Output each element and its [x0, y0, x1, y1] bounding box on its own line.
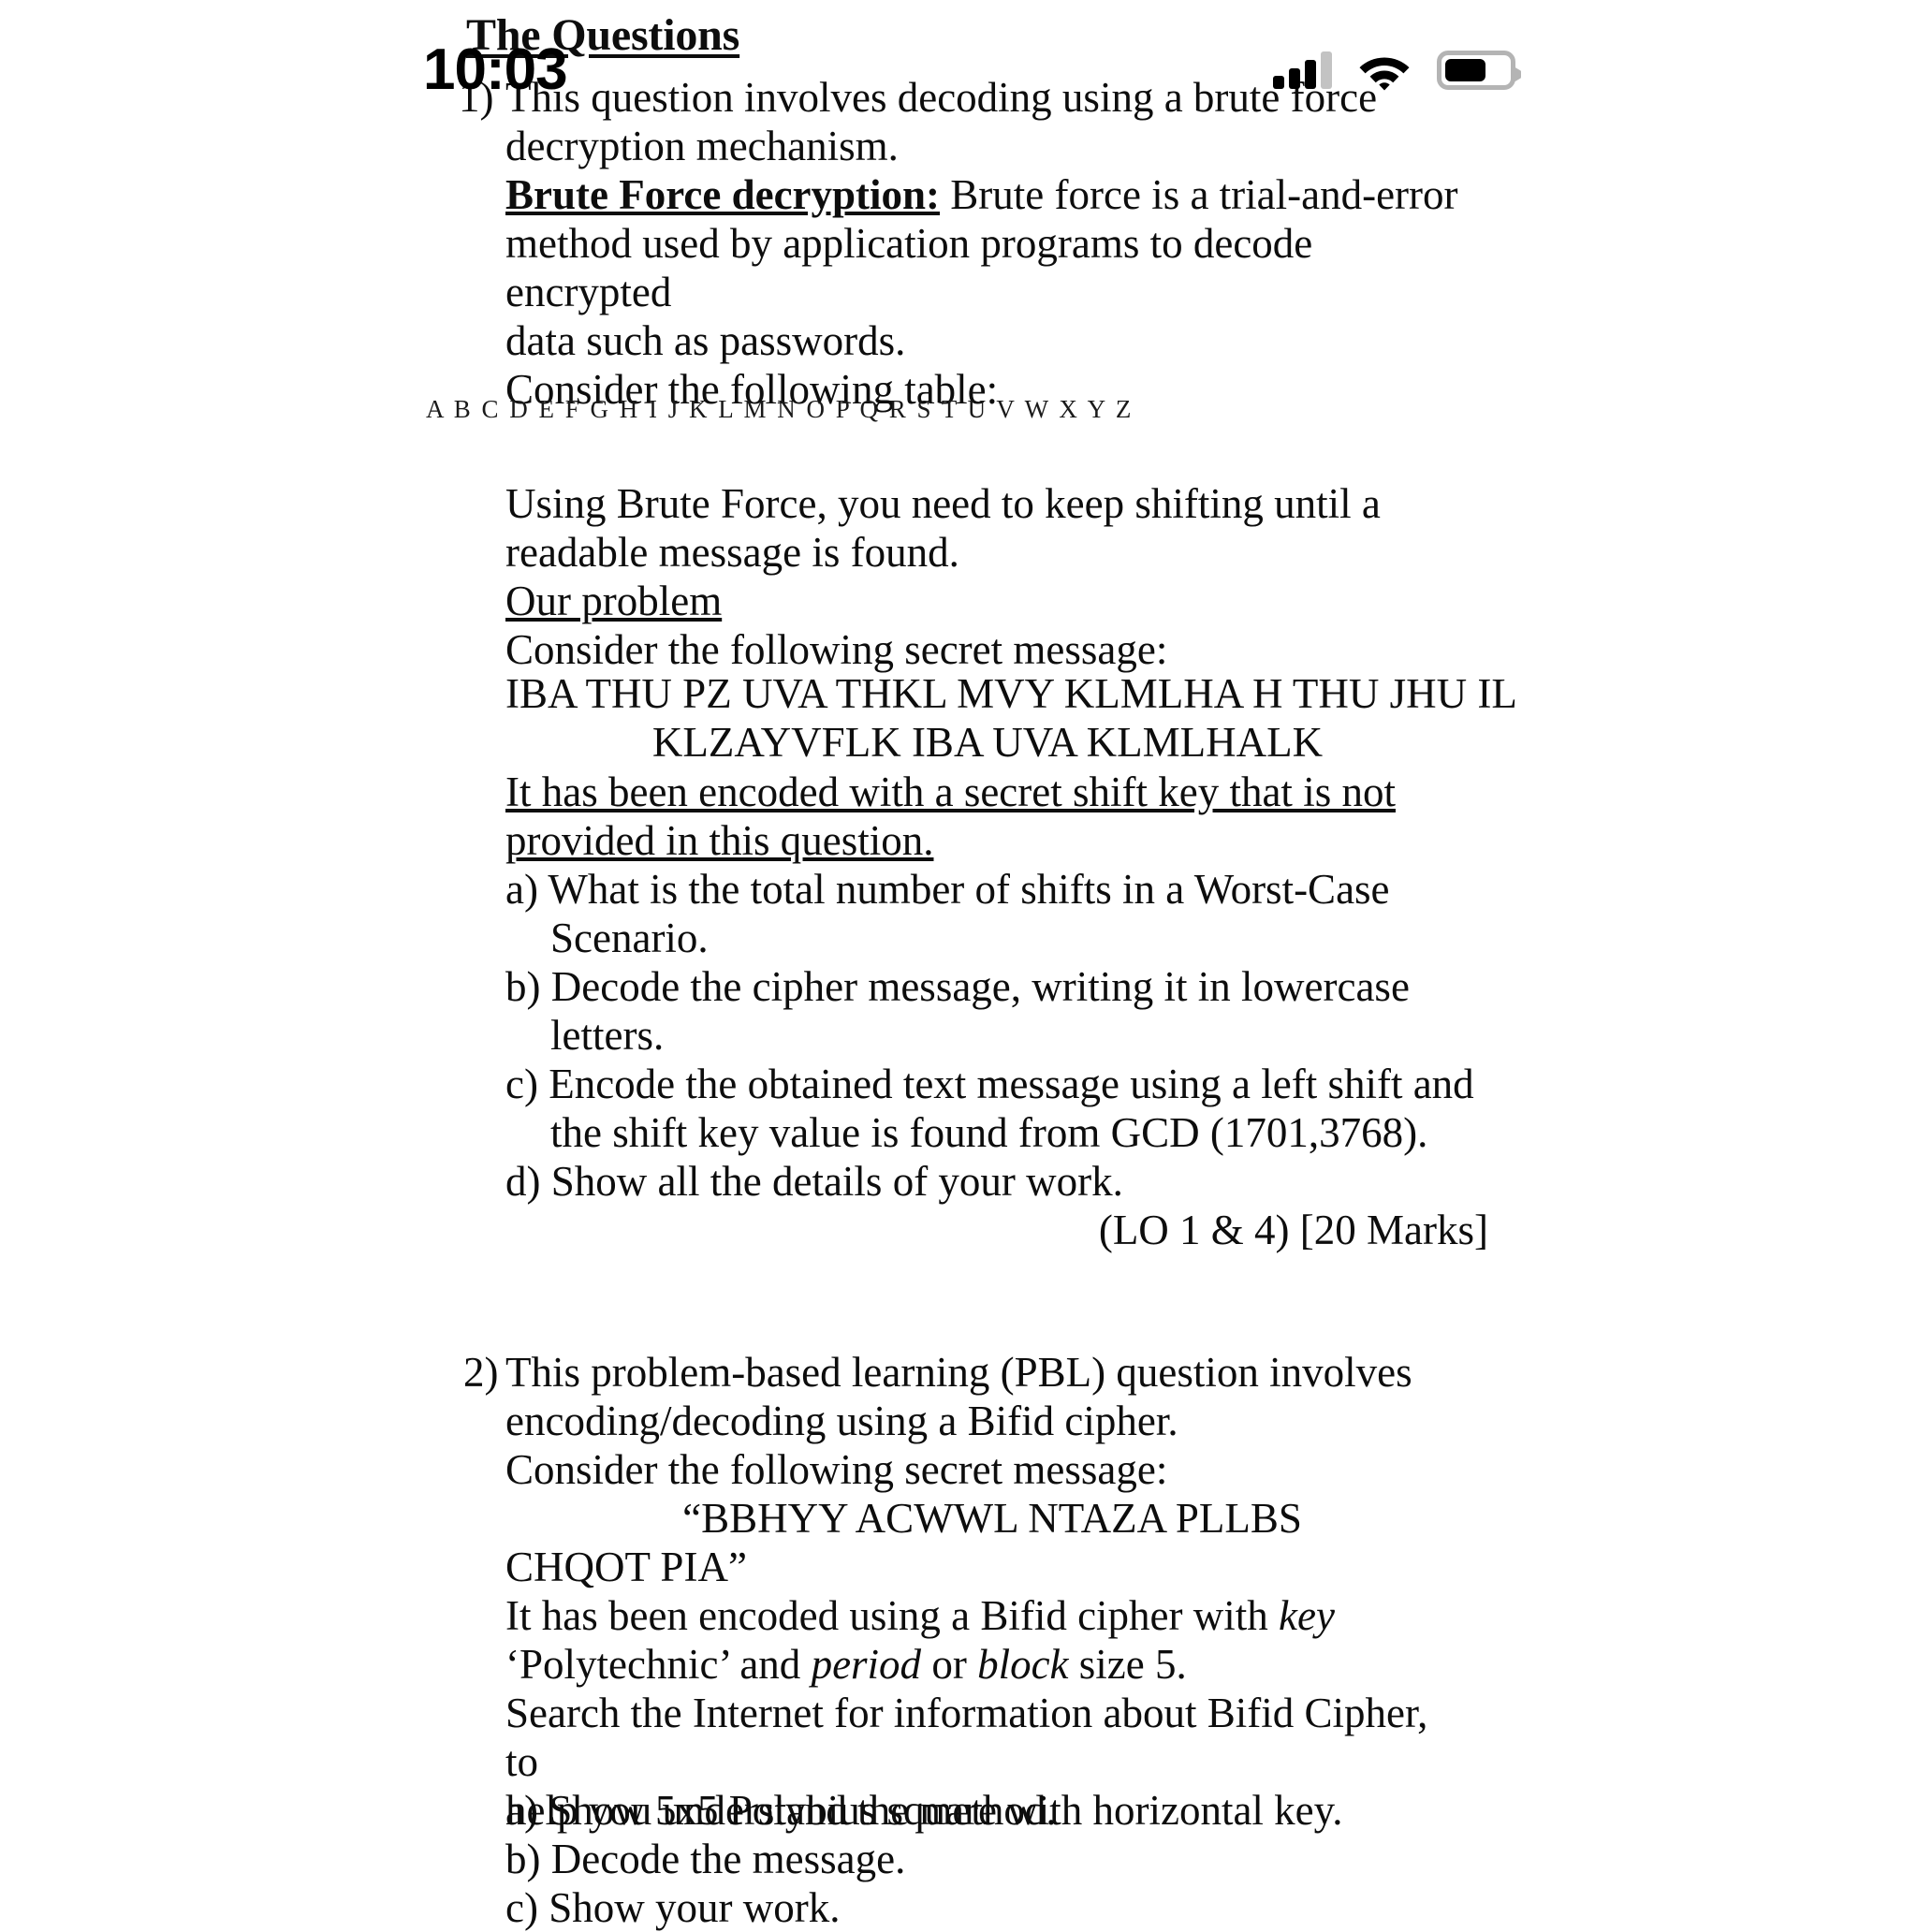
question-1-number: 1)	[459, 74, 494, 121]
encoded-size-text: size 5.	[1068, 1641, 1187, 1688]
question-2-consider-line: Consider the following secret message:	[505, 1446, 1168, 1493]
question-2-item-b: b) Decode the message.	[505, 1835, 1479, 1883]
item-c-text: Encode the obtained text message using a…	[549, 1061, 1474, 1156]
document-page: The Questions 1) This question involves …	[0, 0, 1917, 1931]
question-2-intro-line-2: encoding/decoding using a Bifid cipher.	[505, 1398, 1178, 1444]
question-1-cipher-line-1: IBA THU PZ UVA THKL MVY KLMLHA H THU JHU…	[505, 670, 1517, 717]
definition-text: Brute force is a trial-and-error	[940, 171, 1458, 218]
q2-item-a-label: a)	[505, 1787, 538, 1834]
encoded-block-word: block	[977, 1641, 1069, 1688]
item-d-text: Show all the details of your work.	[550, 1158, 1123, 1205]
definition-first-line: Brute Force decryption: Brute force is a…	[505, 170, 1470, 219]
note-line-2: provided in this question.	[505, 816, 1470, 865]
item-a-text: What is the total number of shifts in a …	[548, 866, 1390, 961]
using-line-2: readable message is found.	[505, 529, 959, 576]
encoded-key-word: key	[1279, 1592, 1335, 1639]
question-1-intro: This question involves decoding using a …	[505, 73, 1470, 170]
note-line-1-text: It has been encoded with a secret shift …	[505, 768, 1396, 815]
encoded-or-text: or	[921, 1641, 978, 1688]
question-1-cipher-line-2: KLZAYVFLK IBA UVA KLMLHALK	[651, 719, 1324, 766]
definition-line-3: data such as passwords.	[505, 317, 906, 364]
question-2-cipher-line-1: “BBHYY ACWWL NTAZA PLLBS	[682, 1495, 1302, 1542]
encoded-pre-text: It has been encoded using a Bifid cipher…	[505, 1592, 1280, 1639]
using-line-1: Using Brute Force, you need to keep shif…	[505, 480, 1381, 527]
our-problem-heading: Our problem	[505, 577, 1470, 625]
question-1-marks: (LO 1 & 4) [20 Marks]	[1098, 1207, 1488, 1253]
q2-item-b-label: b)	[505, 1836, 541, 1882]
definition-line-2: method used by application programs to d…	[505, 220, 1313, 315]
question-2-cipher-line-2: CHQOT PIA”	[505, 1544, 747, 1590]
brute-force-definition: Brute Force decryption: Brute force is a…	[505, 170, 1470, 414]
question-2-intro-line-1: This problem-based learning (PBL) questi…	[505, 1349, 1412, 1396]
question-2-cipher: “BBHYY ACWWL NTAZA PLLBS CHQOT PIA”	[505, 1494, 1479, 1591]
question-2-number: 2)	[463, 1349, 499, 1396]
item-a-label: a)	[505, 866, 538, 913]
item-b-label: b)	[505, 963, 541, 1010]
q2-item-c-text: Show your work.	[549, 1884, 841, 1931]
page-title: The Questions	[466, 10, 740, 60]
item-b-text: Decode the cipher message, writing it in…	[550, 963, 1410, 1059]
item-c-label: c)	[505, 1061, 538, 1107]
encoded-line-1: It has been encoded using a Bifid cipher…	[505, 1591, 1470, 1640]
battery-nub-icon	[1514, 66, 1521, 82]
q2-item-b-text: Decode the message.	[550, 1836, 906, 1882]
question-2-item-c: c) Show your work.	[505, 1883, 1479, 1932]
definition-label: Brute Force decryption:	[505, 171, 941, 218]
question-1-item-c: c) Encode the obtained text message usin…	[505, 1060, 1479, 1157]
note-line-1: It has been encoded with a secret shift …	[505, 768, 1470, 816]
question-1-item-b: b) Decode the cipher message, writing it…	[505, 962, 1479, 1060]
our-problem-label: Our problem	[505, 578, 723, 624]
question-1-intro-line-1: This question involves decoding using a …	[505, 74, 1378, 121]
note-line-2-text: provided in this question.	[505, 817, 934, 864]
question-1-item-a: a) What is the total number of shifts in…	[505, 865, 1479, 962]
using-brute-force-text: Using Brute Force, you need to keep shif…	[505, 479, 1470, 674]
encoded-polytechnic-text: ‘Polytechnic’ and	[505, 1641, 812, 1688]
alphabet-table: A B C D E F G H I J K L M N O P Q R S T …	[426, 395, 1134, 423]
question-1-item-d: d) Show all the details of your work.	[505, 1157, 1479, 1206]
question-1-intro-line-2: decryption mechanism.	[505, 123, 899, 169]
q2-item-c-label: c)	[505, 1884, 538, 1931]
encoded-period-word: period	[811, 1641, 922, 1688]
encoded-line-2: ‘Polytechnic’ and period or block size 5…	[505, 1640, 1470, 1689]
question-1-note: It has been encoded with a secret shift …	[505, 768, 1470, 865]
q2-item-a-text: Show 5x5 Polybius square with horizontal…	[549, 1787, 1343, 1834]
question-2-item-a: a) Show 5x5 Polybius square with horizon…	[505, 1786, 1479, 1835]
search-line-1: Search the Internet for information abou…	[505, 1690, 1428, 1785]
item-d-label: d)	[505, 1158, 541, 1205]
consider-message-line: Consider the following secret message:	[505, 626, 1168, 673]
question-2-intro: This problem-based learning (PBL) questi…	[505, 1348, 1470, 1494]
